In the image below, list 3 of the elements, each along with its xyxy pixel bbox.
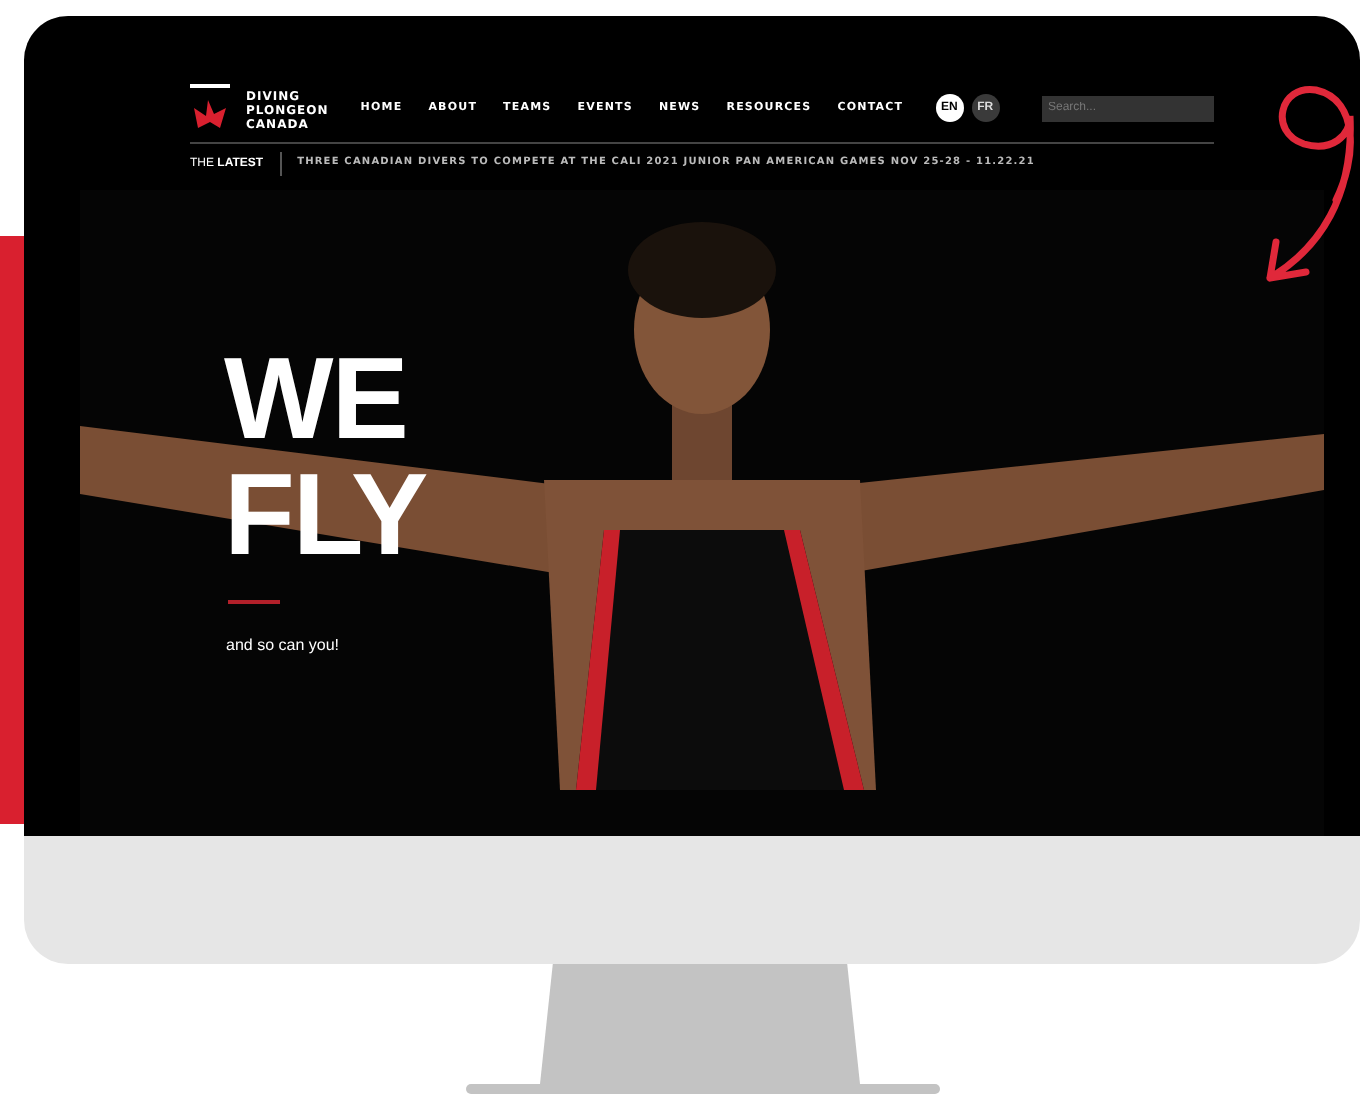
logo-icon (190, 84, 230, 132)
hero-tagline: and so can you! (226, 634, 341, 658)
accent-line (228, 600, 280, 604)
